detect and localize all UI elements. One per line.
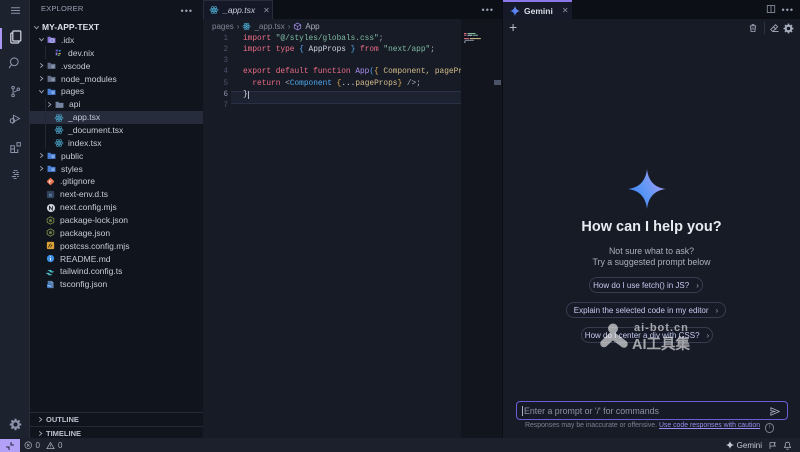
svg-text:ts: ts bbox=[49, 192, 52, 197]
svg-text:TS: TS bbox=[47, 284, 51, 288]
